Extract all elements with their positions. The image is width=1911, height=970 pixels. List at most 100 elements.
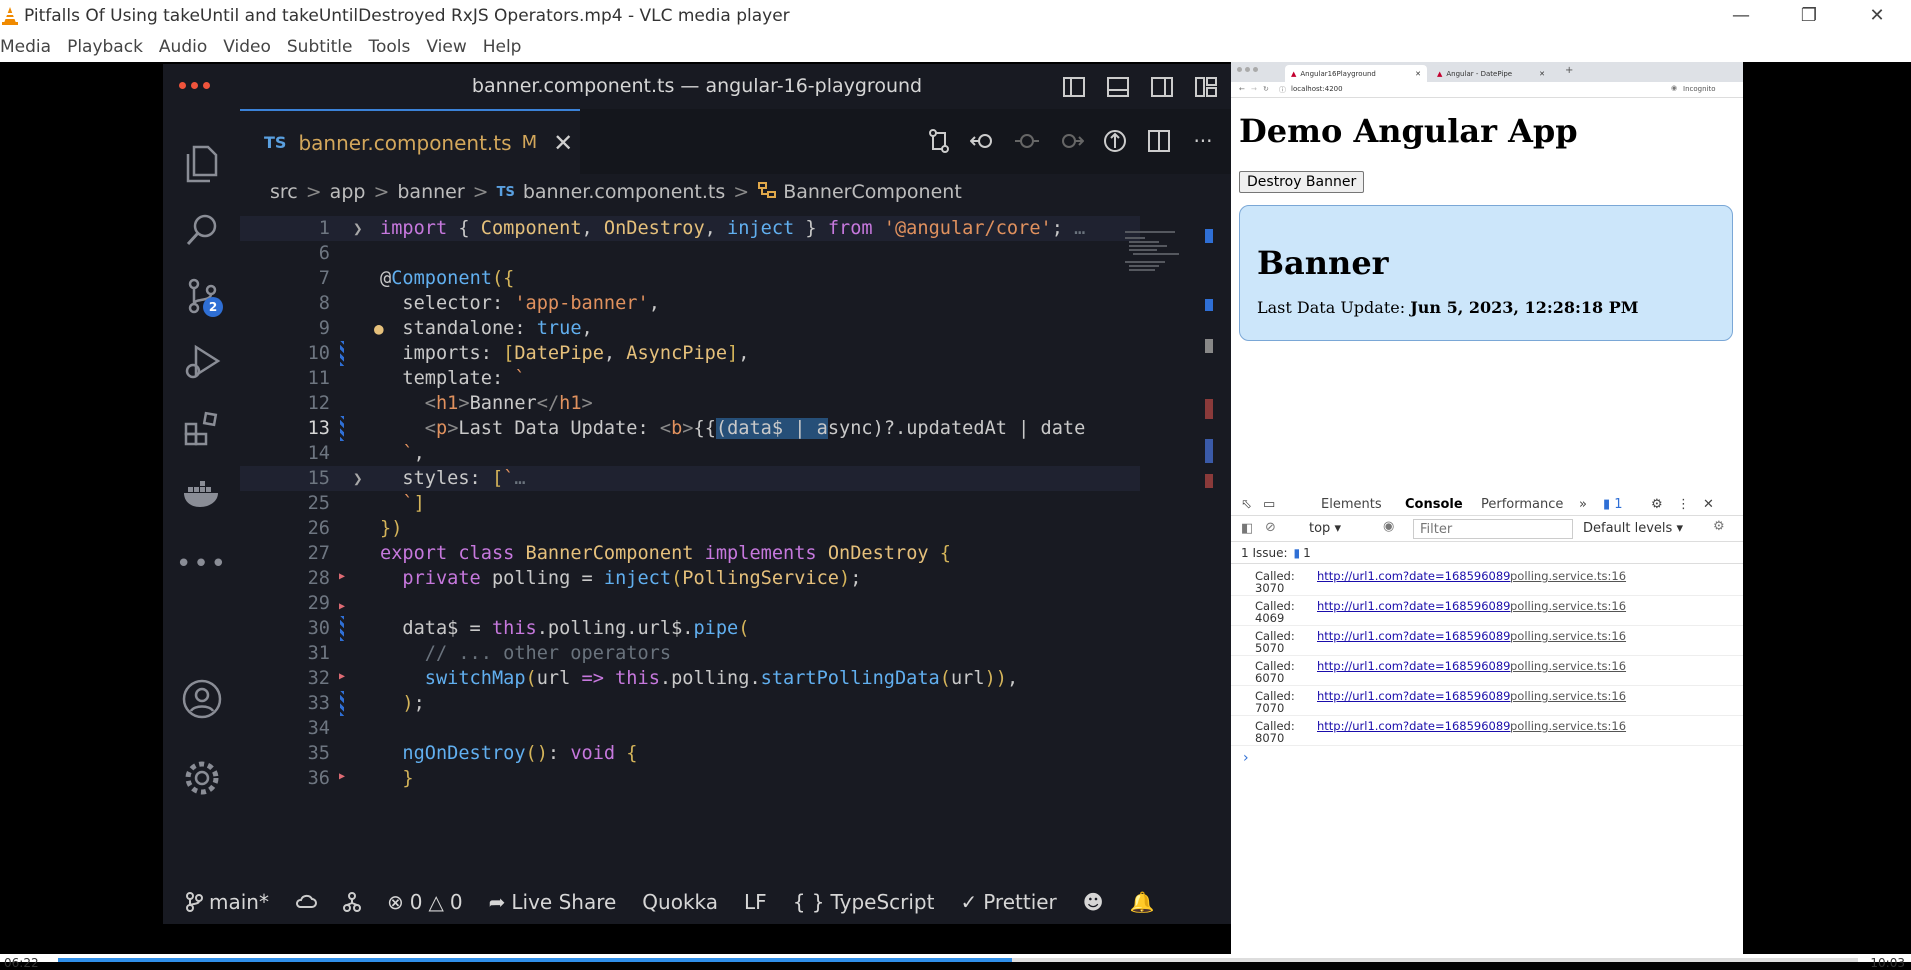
log-source-link[interactable]: polling.service.ts:16 (1510, 720, 1626, 732)
tab-performance[interactable]: Performance (1481, 497, 1563, 512)
tab-banner-component[interactable]: TS banner.component.ts M ✕ (240, 109, 580, 174)
reload-icon[interactable]: ↻ (1263, 85, 1269, 93)
log-source-link[interactable]: polling.service.ts:16 (1510, 660, 1626, 672)
video-area[interactable]: banner.component.ts — angular-16-playgro… (0, 62, 1911, 954)
timeline-icon[interactable] (1097, 125, 1133, 157)
device-toolbar-icon[interactable]: ▭ (1263, 497, 1275, 512)
more-actions-icon[interactable]: ··· (1185, 125, 1221, 157)
devtools-settings-icon[interactable]: ⚙ (1651, 497, 1663, 512)
sidebar-toggle-icon[interactable]: ◧ (1241, 521, 1253, 536)
feedback-icon[interactable]: ☻ (1083, 890, 1104, 914)
lightbulb-icon[interactable]: ● (374, 316, 384, 341)
notifications-bell-icon[interactable]: 🔔 (1130, 890, 1155, 914)
devtools-menu-icon[interactable]: ⋮ (1677, 497, 1690, 512)
menu-media[interactable]: Media (0, 37, 59, 57)
destroy-banner-button[interactable]: Destroy Banner (1239, 171, 1365, 193)
customize-layout-icon[interactable] (1191, 73, 1221, 101)
log-url-link[interactable]: http://url1.com?date=168596089 (1317, 720, 1511, 732)
code-line: 7 @Component({ (318, 268, 515, 289)
log-url-link[interactable]: http://url1.com?date=168596089 (1317, 630, 1511, 642)
log-url-link[interactable]: http://url1.com?date=168596089 (1317, 690, 1511, 702)
menu-subtitle[interactable]: Subtitle (287, 37, 361, 57)
branch-indicator[interactable]: main* (185, 890, 269, 914)
sync-icon[interactable] (295, 893, 317, 911)
go-forward-icon[interactable] (1053, 125, 1089, 157)
more-tabs-icon[interactable]: » (1579, 497, 1587, 512)
live-share-button[interactable]: ➦ Live Share (489, 890, 617, 914)
go-back-icon[interactable] (965, 125, 1001, 157)
toggle-panel-icon[interactable] (1103, 73, 1133, 101)
minimize-icon[interactable]: — (1707, 0, 1775, 31)
clear-console-icon[interactable]: ⊘ (1265, 520, 1276, 535)
tab-close-icon[interactable]: ✕ (1539, 70, 1545, 78)
code-editor[interactable]: 1 ❯ import { Component, OnDestroy, inject … (240, 208, 1140, 908)
issues-badge[interactable]: ▮ 1 (1603, 497, 1623, 512)
console-settings-icon[interactable]: ⚙ (1713, 519, 1725, 534)
run-debug-icon[interactable] (177, 337, 227, 387)
log-url-link[interactable]: http://url1.com?date=168596089 (1317, 600, 1511, 612)
git-graph-icon[interactable] (342, 892, 361, 912)
issues-bar[interactable]: 1 Issue: ▮ 1 (1231, 542, 1743, 564)
tab-close-icon[interactable]: ✕ (1415, 70, 1421, 78)
breadcrumb-class[interactable]: BannerComponent (783, 181, 962, 203)
incognito-icon: ◉ (1671, 84, 1678, 92)
menu-audio[interactable]: Audio (159, 37, 215, 57)
docker-icon[interactable] (177, 469, 227, 519)
url-text[interactable]: localhost:4200 (1291, 85, 1343, 93)
menu-help[interactable]: Help (483, 37, 530, 57)
quokka-button[interactable]: Quokka (642, 890, 718, 914)
browser-tab-datepipe[interactable]: ▲ Angular - DatePipe ✕ (1431, 65, 1551, 82)
prettier-button[interactable]: ✓ Prettier (960, 890, 1056, 914)
tab-close-icon[interactable]: ✕ (553, 129, 573, 157)
settings-gear-icon[interactable] (177, 753, 227, 803)
breadcrumb-file[interactable]: banner.component.ts (523, 181, 725, 203)
live-expression-eye-icon[interactable]: ◉ (1383, 519, 1394, 534)
problems-indicator[interactable]: ⊗ 0 △ 0 (387, 890, 463, 914)
seek-slider[interactable] (58, 958, 1858, 962)
devtools-panel: ⬁ ▭ Elements Console Performance » ▮ 1 ⚙… (1231, 492, 1743, 954)
tab-elements[interactable]: Elements (1321, 497, 1382, 512)
devtools-close-icon[interactable]: ✕ (1703, 497, 1714, 512)
editor-scrollbar[interactable] (1203, 229, 1215, 809)
close-icon[interactable]: ✕ (1843, 0, 1911, 31)
explorer-icon[interactable] (177, 139, 227, 189)
language-mode[interactable]: { } TypeScript (793, 890, 935, 914)
search-icon[interactable] (177, 205, 227, 255)
menu-view[interactable]: View (426, 37, 474, 57)
log-source-link[interactable]: polling.service.ts:16 (1510, 630, 1626, 642)
log-source-link[interactable]: polling.service.ts:16 (1510, 600, 1626, 612)
inspect-icon[interactable]: ⬁ (1241, 497, 1252, 512)
more-icon[interactable]: ••• (176, 539, 227, 589)
restore-icon[interactable]: ❐ (1775, 0, 1843, 31)
eol-indicator[interactable]: LF (744, 890, 767, 914)
new-tab-icon[interactable]: + (1565, 65, 1573, 76)
source-control-icon[interactable]: 2 (177, 271, 227, 321)
compare-changes-icon[interactable] (921, 125, 957, 157)
log-url-link[interactable]: http://url1.com?date=168596089 (1317, 660, 1511, 672)
extensions-icon[interactable] (177, 403, 227, 453)
menu-tools[interactable]: Tools (368, 37, 418, 57)
breadcrumb-banner[interactable]: banner (397, 181, 464, 203)
forward-icon[interactable]: → (1251, 85, 1257, 93)
revert-change-icon[interactable] (1009, 125, 1045, 157)
console-filter-input[interactable] (1413, 519, 1573, 539)
menu-playback[interactable]: Playback (67, 37, 151, 57)
toggle-sidebar-icon[interactable] (1059, 73, 1089, 101)
toggle-secondary-sidebar-icon[interactable] (1147, 73, 1177, 101)
log-url-link[interactable]: http://url1.com?date=168596089 (1317, 570, 1511, 582)
breadcrumb-app[interactable]: app (330, 181, 366, 203)
breadcrumb-src[interactable]: src (270, 181, 298, 203)
menu-video[interactable]: Video (223, 37, 279, 57)
tab-console[interactable]: Console (1405, 497, 1463, 512)
address-bar[interactable]: ← → ↻ ⓘ localhost:4200 ◉ Incognito (1231, 82, 1743, 98)
log-levels-select[interactable]: Default levels ▾ (1583, 521, 1683, 536)
accounts-icon[interactable] (177, 674, 227, 724)
context-select[interactable]: top ▾ (1309, 521, 1341, 536)
console-prompt-icon[interactable]: › (1243, 750, 1249, 766)
minimap[interactable] (1123, 229, 1203, 349)
log-source-link[interactable]: polling.service.ts:16 (1510, 690, 1626, 702)
log-source-link[interactable]: polling.service.ts:16 (1510, 570, 1626, 582)
browser-tab-playground[interactable]: ▲ Angular16Playground ✕ (1285, 65, 1427, 82)
back-icon[interactable]: ← (1239, 85, 1245, 93)
split-editor-icon[interactable] (1141, 125, 1177, 157)
